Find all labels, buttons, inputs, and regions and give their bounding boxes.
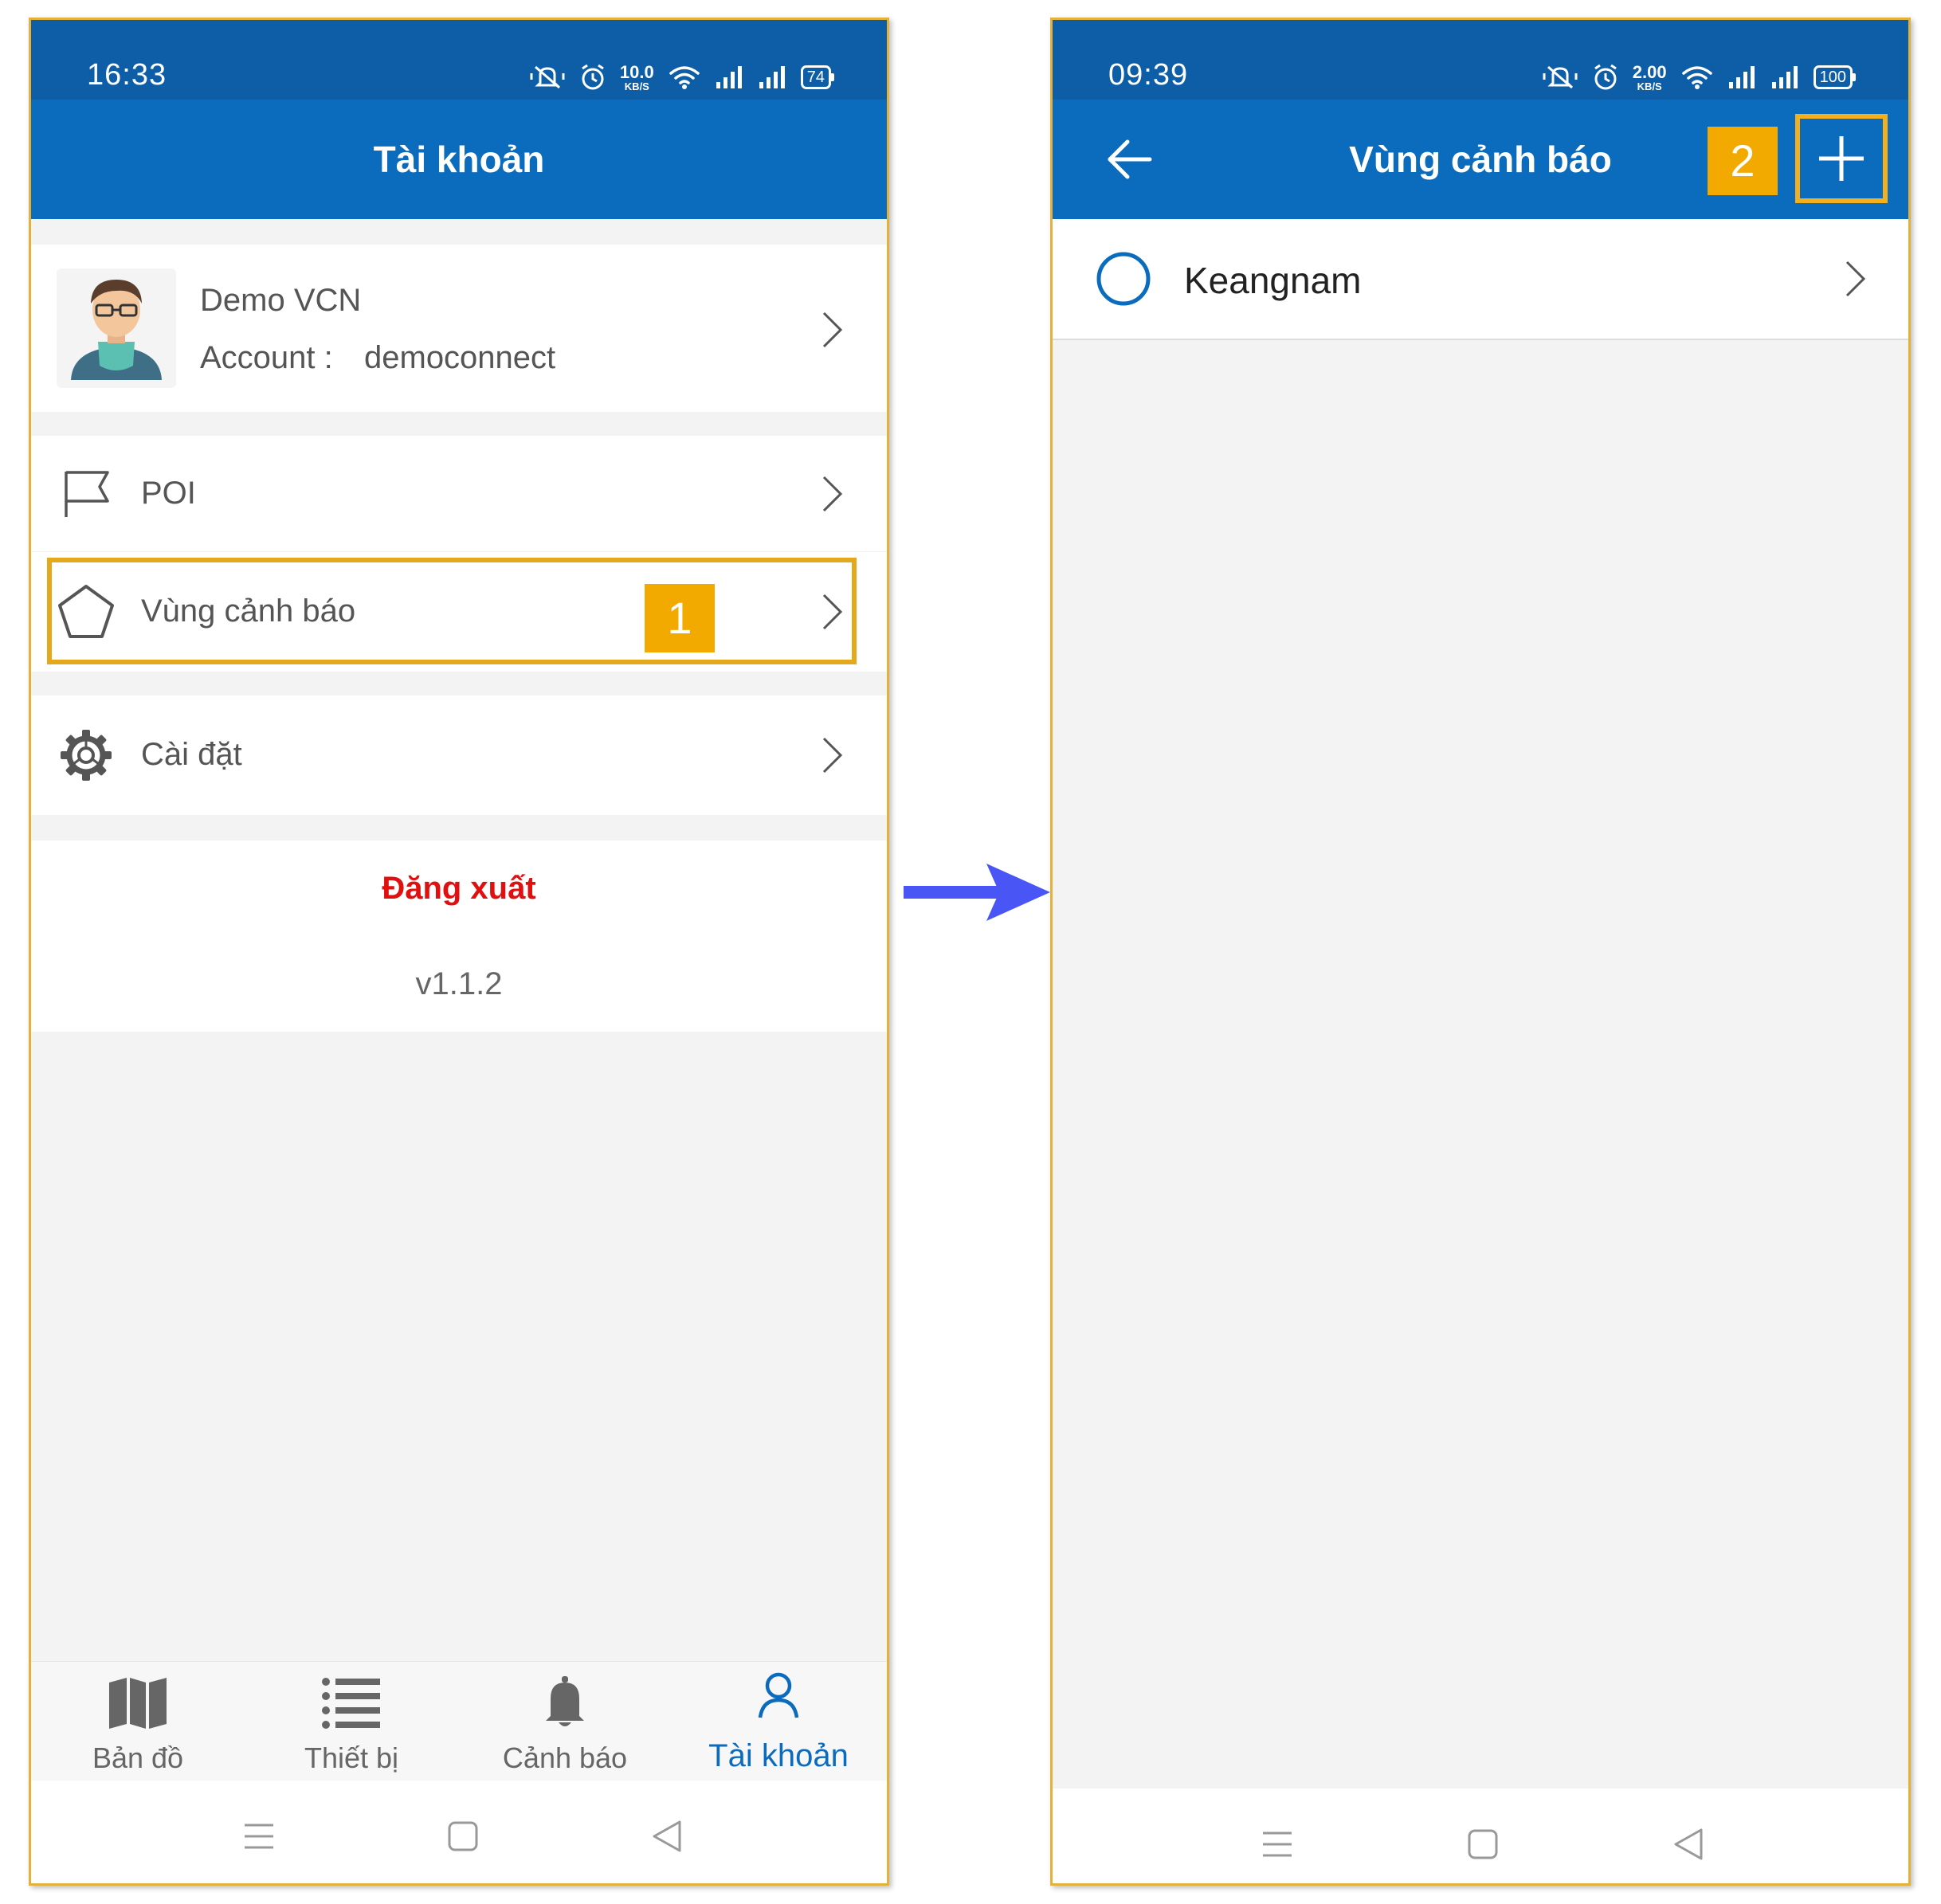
chevron-right-icon (822, 737, 843, 774)
status-bar: 09:39 2.00 KB/S 100 (1053, 20, 1908, 100)
battery-indicator: 100 (1813, 65, 1857, 89)
status-time: 16:33 (87, 58, 167, 92)
flag-icon (65, 471, 109, 517)
nav-item-alerts[interactable]: Cảnh báo (458, 1662, 672, 1781)
menu-icon[interactable] (243, 1820, 275, 1852)
chevron-right-icon (822, 311, 843, 348)
map-icon (109, 1678, 167, 1729)
home-icon[interactable] (1467, 1828, 1499, 1860)
step-badge: 2 (1708, 127, 1778, 195)
person-icon (758, 1672, 799, 1718)
app-version: v1.1.2 (415, 966, 503, 1001)
nav-item-map[interactable]: Bản đồ (31, 1662, 245, 1781)
system-nav-bar (1053, 1788, 1908, 1883)
chevron-right-icon (1845, 261, 1866, 297)
gear-icon (61, 730, 112, 781)
zone-list-item[interactable]: Keangnam (1053, 219, 1908, 340)
arrow-right-icon (904, 864, 1050, 921)
status-time: 09:39 (1108, 58, 1189, 92)
phone-screen-account: 16:33 10.0 KB/S 74 Tài khoản Demo VCN Ac… (29, 18, 889, 1886)
account-value: democonnect (364, 340, 556, 375)
list-icon (322, 1678, 380, 1729)
back-icon[interactable] (1671, 1827, 1706, 1862)
highlight-box (47, 558, 857, 664)
phone-screen-alert-zones: 09:39 2.00 KB/S 100 Vùng cảnh báo 2 Kean… (1050, 18, 1911, 1886)
profile-card[interactable]: Demo VCN Account : democonnect (31, 245, 887, 412)
menu-item-label: Cài đặt (141, 737, 242, 772)
menu-item-label: POI (141, 476, 196, 511)
menu-icon[interactable] (1261, 1828, 1293, 1860)
mute-vibrate-icon (1543, 65, 1578, 89)
back-icon[interactable] (649, 1819, 684, 1854)
logout-section: Đăng xuất v1.1.2 (31, 840, 887, 1032)
alarm-icon (1594, 64, 1617, 90)
chevron-right-icon (822, 476, 843, 512)
system-nav-bar (31, 1781, 887, 1883)
page-title: Tài khoản (373, 139, 545, 180)
app-header: Vùng cảnh báo 2 (1053, 100, 1908, 219)
signal-icon (1728, 66, 1755, 88)
mute-vibrate-icon (530, 65, 565, 89)
avatar-icon (71, 280, 162, 380)
status-icons: 10.0 KB/S 74 (529, 61, 835, 93)
profile-name: Demo VCN (200, 283, 362, 318)
app-header: Tài khoản (31, 100, 887, 219)
menu-item-poi[interactable]: POI (31, 436, 887, 551)
signal-icon (716, 66, 742, 88)
bottom-nav: Bản đồ Thiết bị Cảnh báo Tài khoản (31, 1661, 887, 1781)
plus-icon (1819, 136, 1864, 181)
page-title: Vùng cảnh báo (1349, 139, 1612, 180)
account-label: Account : (200, 340, 333, 375)
wifi-icon (669, 66, 700, 89)
home-icon[interactable] (447, 1820, 479, 1852)
alarm-icon (582, 64, 604, 90)
status-bar: 16:33 10.0 KB/S 74 (31, 20, 887, 100)
zone-name: Keangnam (1184, 260, 1362, 301)
add-zone-button[interactable] (1795, 114, 1888, 203)
network-speed: 10.0 KB/S (619, 61, 654, 92)
signal-icon (759, 66, 785, 88)
nav-item-account[interactable]: Tài khoản (672, 1662, 885, 1781)
nav-item-devices[interactable]: Thiết bị (245, 1662, 458, 1781)
signal-icon (1771, 66, 1798, 88)
battery-indicator: 74 (800, 65, 835, 89)
wifi-icon (1681, 66, 1712, 89)
zone-circle-icon (1096, 252, 1151, 306)
logout-button[interactable]: Đăng xuất (31, 871, 887, 907)
status-icons: 2.00 KB/S 100 (1542, 61, 1857, 93)
bell-icon (546, 1676, 584, 1726)
network-speed: 2.00 KB/S (1632, 61, 1667, 92)
avatar (57, 268, 176, 388)
menu-item-settings[interactable]: Cài đặt (31, 695, 887, 815)
